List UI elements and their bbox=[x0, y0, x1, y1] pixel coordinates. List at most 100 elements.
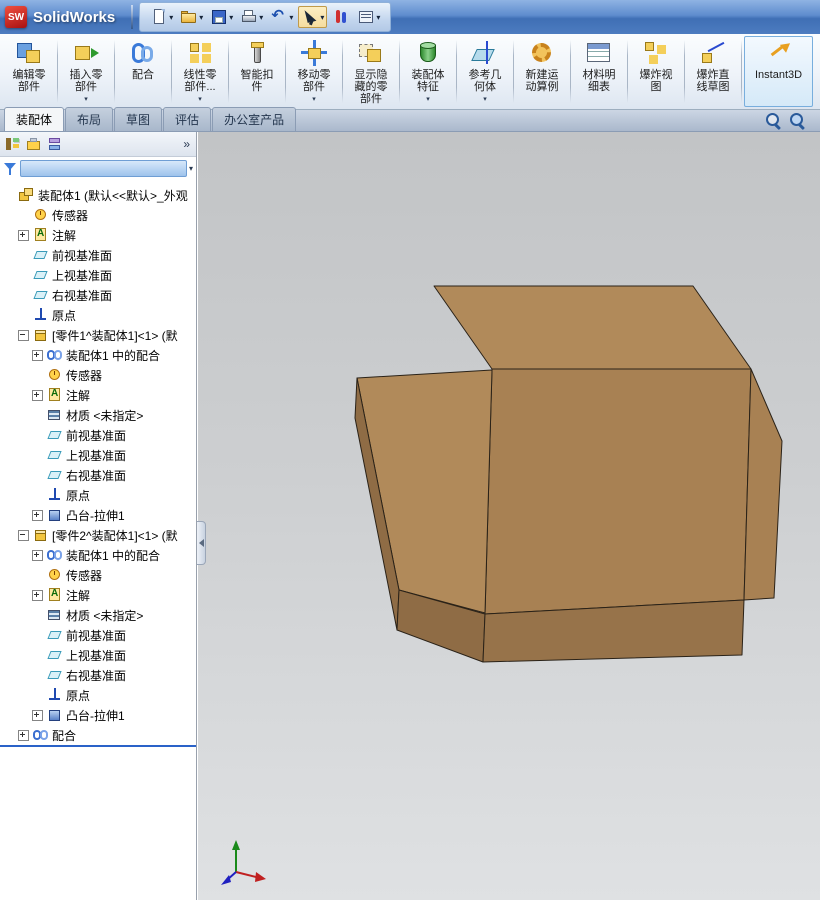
tree-item[interactable]: 材质 <未指定> bbox=[0, 605, 196, 625]
propertymanager-tab[interactable] bbox=[25, 136, 42, 153]
graphics-area[interactable] bbox=[198, 132, 820, 900]
tree-item[interactable]: 凸台-拉伸1 bbox=[0, 505, 196, 525]
tree-item[interactable]: 右视基准面 bbox=[0, 465, 196, 485]
select-arrow-button[interactable]: ▾ bbox=[298, 6, 328, 28]
mates-in-icon bbox=[47, 348, 62, 362]
sensor-icon bbox=[47, 368, 62, 382]
plane-icon bbox=[47, 468, 62, 482]
plane-icon bbox=[47, 428, 62, 442]
tree-item[interactable]: 注解 bbox=[0, 225, 196, 245]
collapse-minus-icon[interactable] bbox=[18, 529, 29, 541]
chevron-double-right-icon[interactable]: » bbox=[183, 137, 192, 151]
filter-dropdown-caret-icon[interactable]: ▾ bbox=[189, 164, 193, 173]
move-component-button[interactable]: 移动零 部件 ▾ bbox=[288, 36, 340, 107]
sensor-icon bbox=[33, 208, 48, 222]
show-hidden-button[interactable]: 显示隐 藏的零 部件 bbox=[345, 36, 397, 107]
tab-assembly[interactable]: 装配体 bbox=[4, 107, 65, 131]
print-icon bbox=[240, 8, 258, 26]
move-component-icon bbox=[300, 40, 328, 66]
explode-sketch-button[interactable]: 爆炸直 线草图 bbox=[687, 36, 739, 107]
tree-item[interactable]: 凸台-拉伸1 bbox=[0, 705, 196, 725]
motion-study-button[interactable]: 新建运 动算例 bbox=[516, 36, 568, 107]
model-canvas[interactable] bbox=[198, 132, 820, 900]
tree-item[interactable]: 配合 bbox=[0, 725, 196, 745]
instant3d-button[interactable]: Instant3D bbox=[744, 36, 814, 107]
options-button[interactable]: ▾ bbox=[355, 7, 382, 27]
expand-plus-icon[interactable] bbox=[32, 509, 43, 521]
tab-sketch[interactable]: 草图 bbox=[114, 107, 163, 131]
ribbon-separator bbox=[456, 40, 457, 103]
linear-pattern-button[interactable]: 线性零 部件... ▾ bbox=[174, 36, 226, 107]
zoom-in-button[interactable] bbox=[765, 112, 782, 129]
assembly-features-button[interactable]: 装配体 特征 ▾ bbox=[402, 36, 454, 107]
tree-item[interactable]: 上视基准面 bbox=[0, 645, 196, 665]
collapse-minus-icon[interactable] bbox=[18, 329, 29, 341]
tree-item[interactable]: 前视基准面 bbox=[0, 425, 196, 445]
expand-plus-icon[interactable] bbox=[32, 709, 43, 721]
tree-item[interactable]: 原点 bbox=[0, 685, 196, 705]
tab-layout[interactable]: 布局 bbox=[65, 107, 114, 131]
tree-item-label: 原点 bbox=[66, 688, 91, 703]
tab-office-products[interactable]: 办公室产品 bbox=[212, 107, 297, 131]
tree-item[interactable]: [零件2^装配体1]<1> (默 bbox=[0, 525, 196, 545]
new-document-button[interactable]: ▾ bbox=[148, 7, 175, 27]
tree-item[interactable]: 注解 bbox=[0, 585, 196, 605]
selection-filter-button[interactable] bbox=[330, 7, 352, 27]
tree-item-label: 传感器 bbox=[52, 208, 89, 223]
dropdown-caret-icon: ▾ bbox=[259, 12, 264, 22]
tree-item-label: 右视基准面 bbox=[52, 288, 113, 303]
tree-item[interactable]: 上视基准面 bbox=[0, 265, 196, 285]
assembly-features-label: 装配体 特征 bbox=[411, 69, 445, 93]
ribbon-toolbar: 编辑零 部件 插入零 部件 ▾ 配合 线性零 部件... ▾ 智能扣件移动零 部件 ▾ 显示隐 藏的零 部件… bbox=[0, 34, 820, 110]
tree-item[interactable]: 原点 bbox=[0, 485, 196, 505]
reference-geometry-button[interactable]: 参考几 何体 ▾ bbox=[459, 36, 511, 107]
bom-button[interactable]: 材料明 细表 bbox=[573, 36, 625, 107]
expand-plus-icon[interactable] bbox=[32, 389, 43, 401]
configurationmanager-tab[interactable] bbox=[46, 136, 63, 153]
expand-plus-icon[interactable] bbox=[32, 349, 43, 361]
tree-item-label: 原点 bbox=[66, 488, 91, 503]
open-folder-button[interactable]: ▾ bbox=[178, 7, 205, 27]
axis-x-arrowhead bbox=[255, 872, 266, 882]
part2-right-end-face[interactable] bbox=[743, 368, 783, 601]
tree-item[interactable]: 传感器 bbox=[0, 565, 196, 585]
tree-item[interactable]: 注解 bbox=[0, 385, 196, 405]
filter-input[interactable] bbox=[20, 159, 187, 177]
tree-item[interactable]: 传感器 bbox=[0, 365, 196, 385]
expand-plus-icon[interactable] bbox=[32, 549, 43, 561]
tree-item[interactable]: 上视基准面 bbox=[0, 445, 196, 465]
mate-button[interactable]: 配合 bbox=[117, 36, 169, 107]
print-button[interactable]: ▾ bbox=[238, 7, 265, 27]
assembly-features-icon bbox=[414, 40, 442, 66]
tree-item[interactable]: 前视基准面 bbox=[0, 625, 196, 645]
tree-item[interactable]: 材质 <未指定> bbox=[0, 405, 196, 425]
expand-plus-icon[interactable] bbox=[32, 589, 43, 601]
tree-item[interactable]: [零件1^装配体1]<1> (默 bbox=[0, 325, 196, 345]
zoom-area-button[interactable] bbox=[789, 112, 806, 129]
expand-plus-icon[interactable] bbox=[18, 729, 29, 741]
tree-item[interactable]: 前视基准面 bbox=[0, 245, 196, 265]
tree-item[interactable]: 右视基准面 bbox=[0, 285, 196, 305]
tree-item-label: 右视基准面 bbox=[66, 668, 127, 683]
panel-splitter[interactable] bbox=[197, 521, 206, 565]
exploded-view-button[interactable]: 爆炸视图 bbox=[630, 36, 682, 107]
tree-item[interactable]: 装配体1 (默认<<默认>_外观 bbox=[0, 185, 196, 205]
tree-end-divider bbox=[0, 745, 196, 747]
save-button[interactable]: ▾ bbox=[208, 7, 235, 27]
part1-front-face[interactable] bbox=[484, 368, 752, 615]
tree-item[interactable]: 装配体1 中的配合 bbox=[0, 545, 196, 565]
undo-button[interactable]: ▾ bbox=[268, 6, 295, 27]
dropdown-caret-icon: ▾ bbox=[426, 96, 430, 103]
smart-fasteners-button[interactable]: 智能扣件 bbox=[231, 36, 283, 107]
edit-component-button[interactable]: 编辑零 部件 bbox=[3, 36, 55, 107]
tree-item[interactable]: 原点 bbox=[0, 305, 196, 325]
tree-item[interactable]: 装配体1 中的配合 bbox=[0, 345, 196, 365]
insert-component-button[interactable]: 插入零 部件 ▾ bbox=[60, 36, 112, 107]
tab-evaluate[interactable]: 评估 bbox=[163, 107, 212, 131]
tree-item[interactable]: 传感器 bbox=[0, 205, 196, 225]
expand-plus-icon[interactable] bbox=[18, 229, 29, 241]
featuremanager-tab[interactable] bbox=[4, 136, 21, 153]
edit-component-icon bbox=[15, 40, 43, 66]
part1-top-face[interactable] bbox=[433, 285, 752, 370]
tree-item[interactable]: 右视基准面 bbox=[0, 665, 196, 685]
